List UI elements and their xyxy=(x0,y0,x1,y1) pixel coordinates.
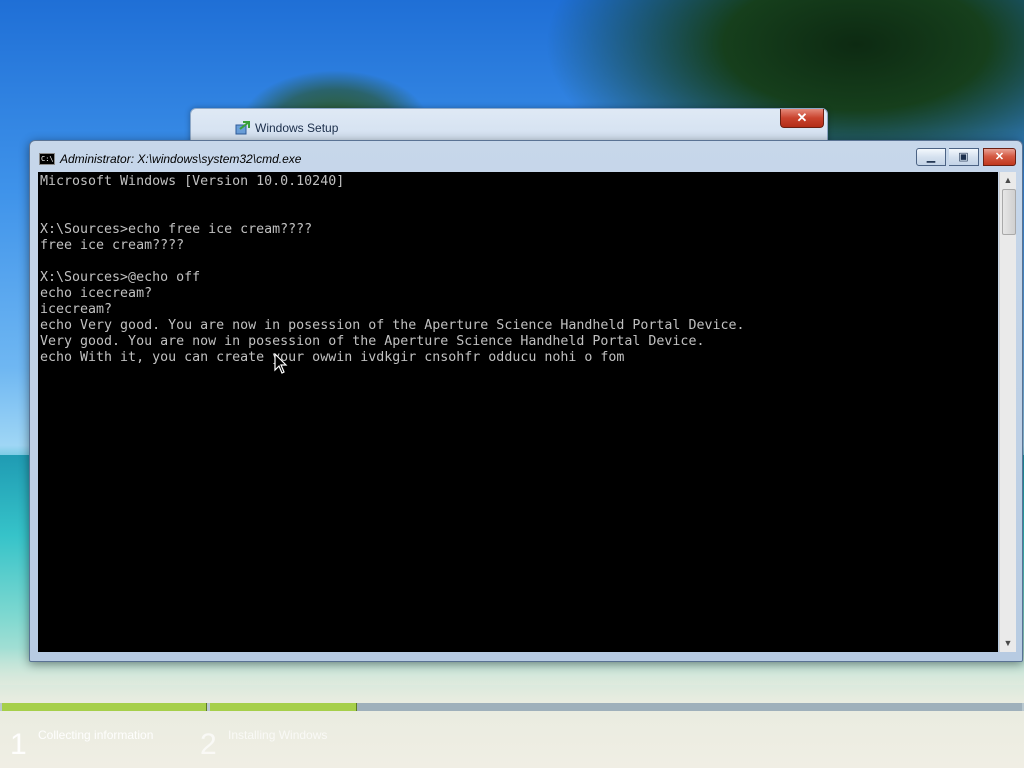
step-label: Collecting information xyxy=(38,728,154,742)
cmd-app-icon: C:\ xyxy=(39,153,55,165)
console-line: echo icecream? xyxy=(40,286,153,301)
console-line: Very good. You are now in posession of t… xyxy=(40,334,705,349)
maximize-icon: ▣ xyxy=(958,151,969,163)
cmd-window[interactable]: C:\ Administrator: X:\windows\system32\c… xyxy=(29,140,1023,662)
console-line: icecream? xyxy=(40,302,113,317)
windows-setup-icon xyxy=(235,121,250,135)
minimize-icon: ▁ xyxy=(926,151,936,163)
cmd-window-title: Administrator: X:\windows\system32\cmd.e… xyxy=(60,152,302,166)
progress-step-1-fill xyxy=(2,703,207,711)
step-label: Installing Windows xyxy=(228,728,328,742)
console-line: X:\Sources>@echo off xyxy=(40,270,201,285)
setup-close-button[interactable]: ✕ xyxy=(780,109,824,128)
step-number: 1 xyxy=(10,728,27,761)
console-line: echo Very good. You are now in posession… xyxy=(40,318,745,333)
console-line: Microsoft Windows [Version 10.0.10240] xyxy=(40,174,345,189)
mouse-pointer-icon xyxy=(274,353,288,374)
scrollbar-thumb[interactable] xyxy=(1002,189,1016,235)
close-button[interactable]: ✕ xyxy=(983,148,1016,166)
step-number: 2 xyxy=(200,728,217,761)
scroll-up-button[interactable]: ▲ xyxy=(1000,172,1016,189)
scroll-down-button[interactable]: ▼ xyxy=(1000,635,1016,652)
cmd-titlebar[interactable]: C:\ Administrator: X:\windows\system32\c… xyxy=(30,141,1022,173)
console-line: echo With it, you can create your owwin … xyxy=(40,350,625,365)
vertical-scrollbar[interactable]: ▲ ▼ xyxy=(999,172,1016,652)
close-icon: ✕ xyxy=(796,110,808,125)
maximize-button[interactable]: ▣ xyxy=(949,148,979,166)
setup-window-title: Windows Setup xyxy=(255,121,339,135)
console-output[interactable]: Microsoft Windows [Version 10.0.10240] X… xyxy=(38,172,998,652)
close-icon: ✕ xyxy=(994,151,1005,163)
progress-step-2-fill xyxy=(210,703,357,711)
setup-progress-bar xyxy=(0,703,1024,711)
console-line: X:\Sources>echo free ice cream???? xyxy=(40,222,313,237)
console-line: free ice cream???? xyxy=(40,238,185,253)
chevron-down-icon: ▼ xyxy=(1003,638,1013,648)
minimize-button[interactable]: ▁ xyxy=(916,148,946,166)
chevron-up-icon: ▲ xyxy=(1003,175,1013,185)
